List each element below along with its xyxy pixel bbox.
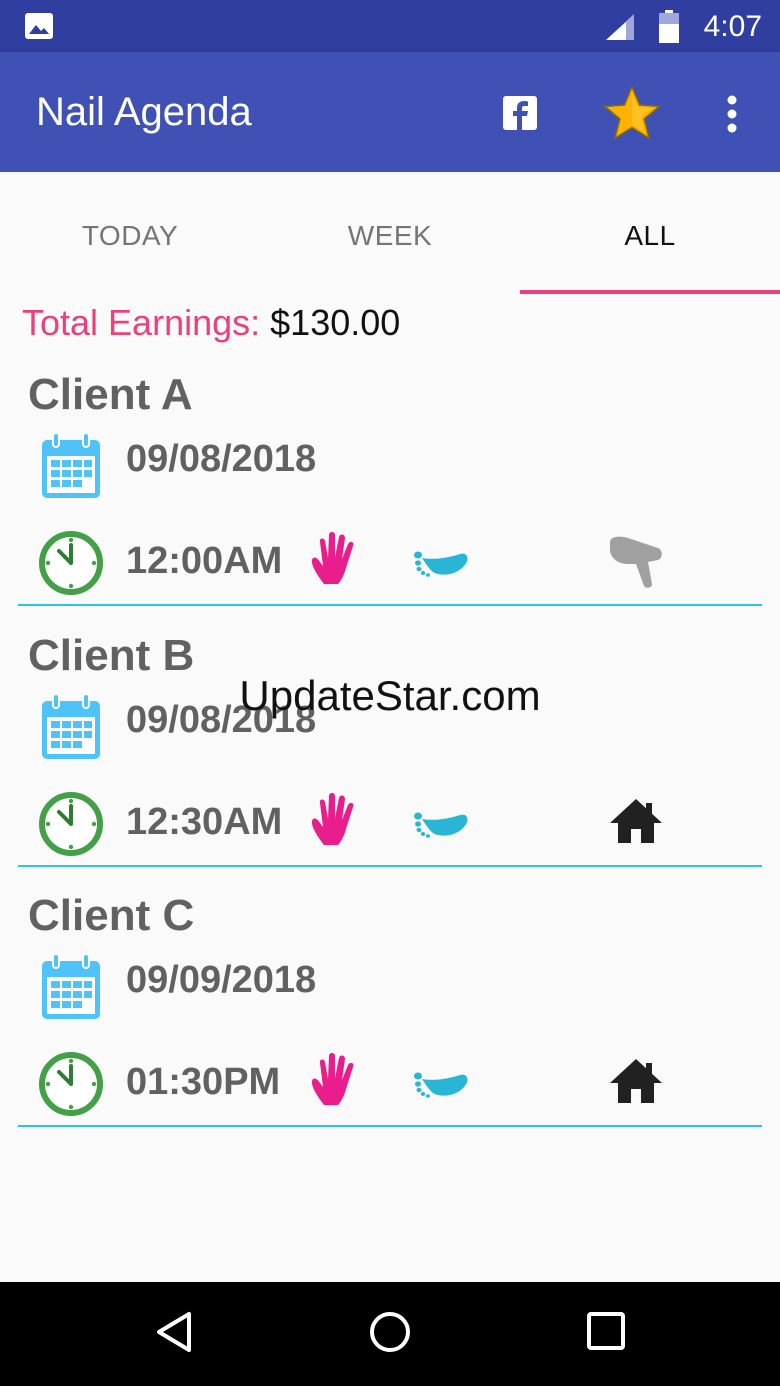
watermark-text: UpdateStar.com xyxy=(239,672,541,719)
client-name: Client C xyxy=(28,891,195,940)
navigation-bar xyxy=(0,1282,780,1386)
earnings-value: $130.00 xyxy=(270,302,401,343)
clock-icon xyxy=(39,1052,103,1116)
app-bar: Nail Agenda xyxy=(0,52,780,172)
status-bar: 4:07 xyxy=(0,0,780,52)
facebook-icon[interactable] xyxy=(503,96,537,130)
home-icon xyxy=(610,1059,662,1103)
back-icon[interactable] xyxy=(154,1310,194,1354)
row-divider xyxy=(18,865,762,867)
clock-icon xyxy=(39,531,103,595)
clock-icon xyxy=(39,792,103,856)
foot-icon xyxy=(414,551,468,577)
tab-bar: TODAY WEEK ALL xyxy=(0,172,780,294)
total-earnings: Total Earnings: $130.00 xyxy=(22,302,400,344)
image-icon xyxy=(25,13,53,39)
row-divider xyxy=(18,604,762,606)
hair-dryer-icon xyxy=(610,536,662,588)
recents-icon[interactable] xyxy=(586,1310,626,1350)
appointment-time: 01:30PM xyxy=(126,1061,281,1103)
battery-icon xyxy=(659,10,679,43)
calendar-icon xyxy=(42,953,100,1019)
appointment-time: 12:30AM xyxy=(126,801,283,843)
tab-all[interactable]: ALL xyxy=(520,220,780,252)
client-name: Client A xyxy=(28,370,193,419)
foot-icon xyxy=(414,812,468,838)
foot-icon xyxy=(414,1072,468,1098)
hand-icon xyxy=(311,532,354,584)
tab-week[interactable]: WEEK xyxy=(260,220,520,252)
calendar-icon xyxy=(42,432,100,498)
signal-icon xyxy=(606,14,634,40)
earnings-label: Total Earnings: xyxy=(22,302,261,343)
status-time: 4:07 xyxy=(703,10,762,43)
row-divider xyxy=(18,1125,762,1127)
app-title: Nail Agenda xyxy=(36,90,252,134)
appointment-time: 12:00AM xyxy=(126,540,283,582)
tab-today[interactable]: TODAY xyxy=(0,220,260,252)
appointment-date: 09/09/2018 xyxy=(126,959,317,1001)
home-icon xyxy=(610,799,662,843)
hand-icon xyxy=(311,1053,354,1105)
home-nav-icon[interactable] xyxy=(368,1310,412,1354)
more-vert-icon[interactable] xyxy=(720,94,744,134)
hand-icon xyxy=(311,793,354,845)
tab-indicator xyxy=(520,290,780,294)
appointment-date: 09/08/2018 xyxy=(126,438,317,480)
star-icon[interactable] xyxy=(602,84,662,142)
